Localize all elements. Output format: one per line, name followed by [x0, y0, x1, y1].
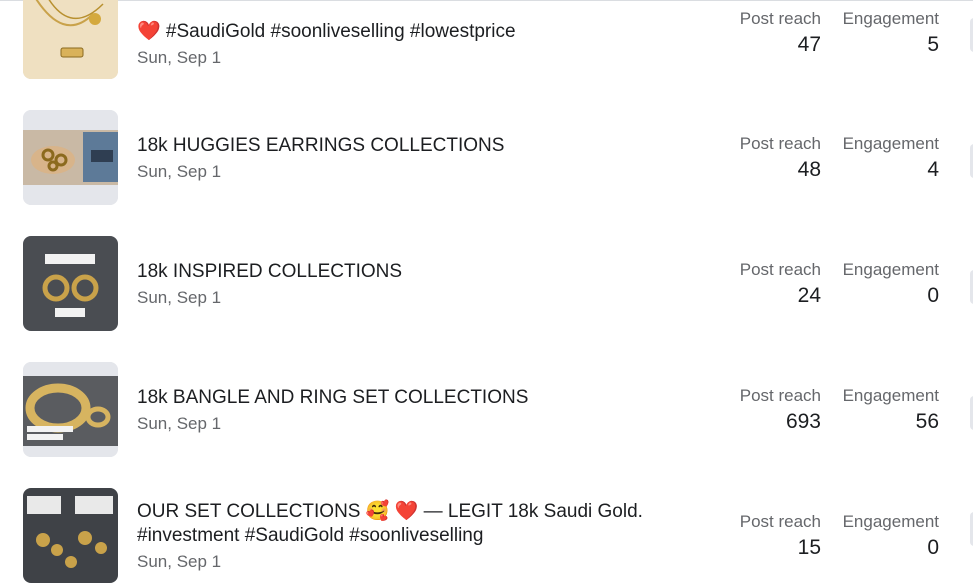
gold-huggies-photo-icon [23, 110, 118, 205]
post-reach-metric: Post reach 15 [740, 512, 821, 560]
engagement-label: Engagement [842, 512, 939, 531]
post-title[interactable]: 18k HUGGIES EARRINGS COLLECTIONS [137, 134, 697, 158]
engagement-value: 56 [915, 410, 939, 433]
engagement-value: 0 [927, 536, 939, 559]
post-title-line2[interactable]: #investment #SaudiGold #soonliveselling [137, 524, 697, 548]
post-row[interactable]: OUR SET COLLECTIONS 🥰 ❤️ — LEGIT 18k Sau… [0, 488, 973, 588]
post-date: Sun, Sep 1 [137, 48, 222, 67]
gold-necklace-photo-icon [23, 0, 118, 79]
engagement-value: 4 [927, 158, 939, 181]
engagement-label: Engagement [842, 9, 939, 28]
post-reach-label: Post reach [739, 512, 821, 531]
post-thumbnail[interactable] [23, 110, 118, 205]
engagement-metric: Engagement 4 [843, 134, 939, 182]
post-row[interactable]: 18k HUGGIES EARRINGS COLLECTIONS Sun, Se… [0, 110, 973, 210]
engagement-metric: Engagement 56 [843, 386, 939, 434]
engagement-metric: Engagement 0 [843, 260, 939, 308]
post-reach-value: 15 [797, 536, 821, 559]
post-date: Sun, Sep 1 [137, 552, 222, 571]
post-reach-label: Post reach [739, 260, 821, 279]
post-row[interactable]: ❤️ #SaudiGold #soonliveselling #lowestpr… [0, 0, 973, 84]
engagement-value: 5 [927, 33, 939, 56]
engagement-value: 0 [927, 284, 939, 307]
post-date: Sun, Sep 1 [137, 162, 222, 181]
post-title[interactable]: 18k INSPIRED COLLECTIONS [137, 260, 697, 284]
post-reach-metric: Post reach 693 [740, 386, 821, 434]
post-thumbnail[interactable] [23, 362, 118, 457]
post-reach-value: 48 [797, 158, 821, 181]
post-date: Sun, Sep 1 [137, 414, 222, 433]
post-reach-value: 47 [797, 33, 821, 56]
post-reach-value: 24 [797, 284, 821, 307]
engagement-metric: Engagement 0 [843, 512, 939, 560]
post-date: Sun, Sep 1 [137, 288, 222, 307]
post-reach-label: Post reach [739, 134, 821, 153]
post-title[interactable]: 18k BANGLE AND RING SET COLLECTIONS [137, 386, 697, 410]
post-reach-value: 693 [785, 410, 821, 433]
engagement-label: Engagement [842, 386, 939, 405]
post-thumbnail[interactable] [23, 0, 118, 79]
post-title-line1[interactable]: OUR SET COLLECTIONS 🥰 ❤️ — LEGIT 18k Sau… [137, 500, 697, 524]
gold-earrings-photo-icon [23, 236, 118, 331]
post-thumbnail[interactable] [23, 488, 118, 583]
gold-bangle-ring-photo-icon [23, 362, 118, 457]
engagement-label: Engagement [842, 260, 939, 279]
post-reach-label: Post reach [739, 9, 821, 28]
post-reach-metric: Post reach 24 [740, 260, 821, 308]
engagement-metric: Engagement 5 [843, 9, 939, 57]
post-thumbnail[interactable] [23, 236, 118, 331]
post-reach-metric: Post reach 47 [740, 9, 821, 57]
post-row[interactable]: 18k INSPIRED COLLECTIONS Sun, Sep 1 Post… [0, 236, 973, 336]
gold-set-photo-icon [23, 488, 118, 583]
post-title[interactable]: ❤️ #SaudiGold #soonliveselling #lowestpr… [137, 20, 697, 44]
post-row[interactable]: 18k BANGLE AND RING SET COLLECTIONS Sun,… [0, 362, 973, 462]
post-reach-metric: Post reach 48 [740, 134, 821, 182]
engagement-label: Engagement [842, 134, 939, 153]
post-reach-label: Post reach [739, 386, 821, 405]
